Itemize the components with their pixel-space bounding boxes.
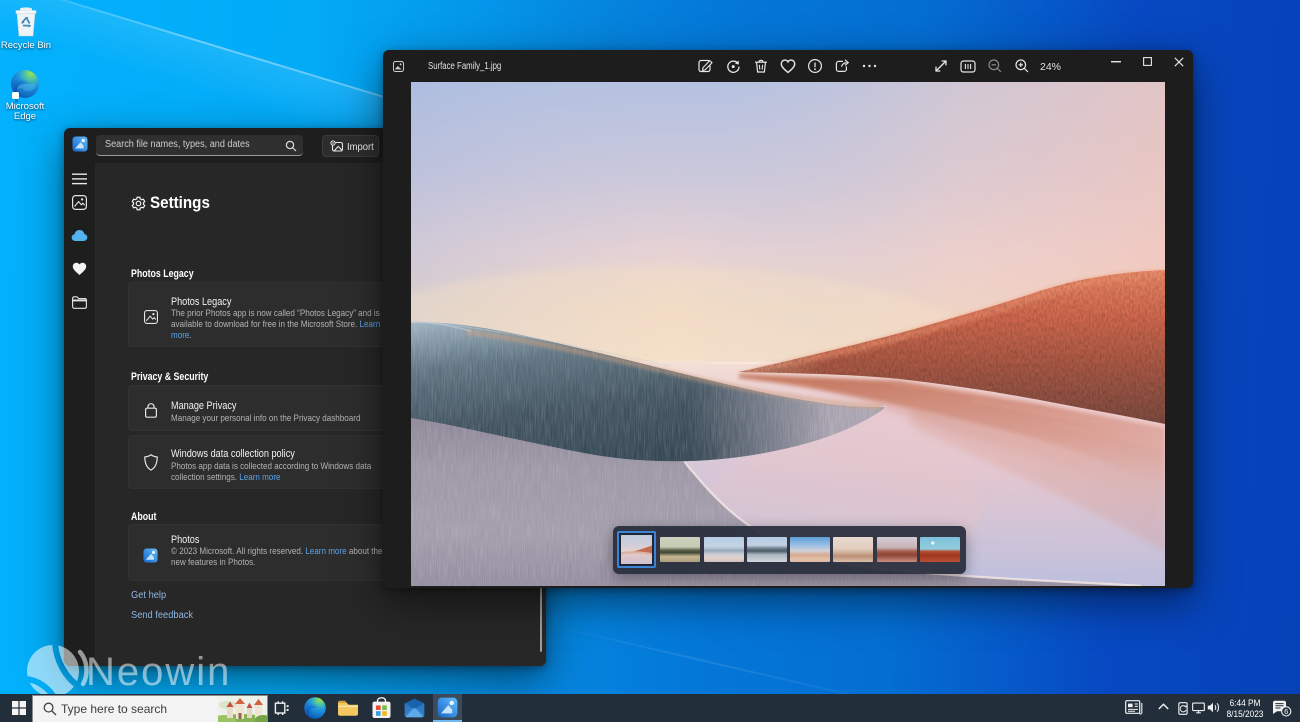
- svg-text:6: 6: [1284, 707, 1288, 716]
- svg-text:Neowin: Neowin: [86, 650, 231, 694]
